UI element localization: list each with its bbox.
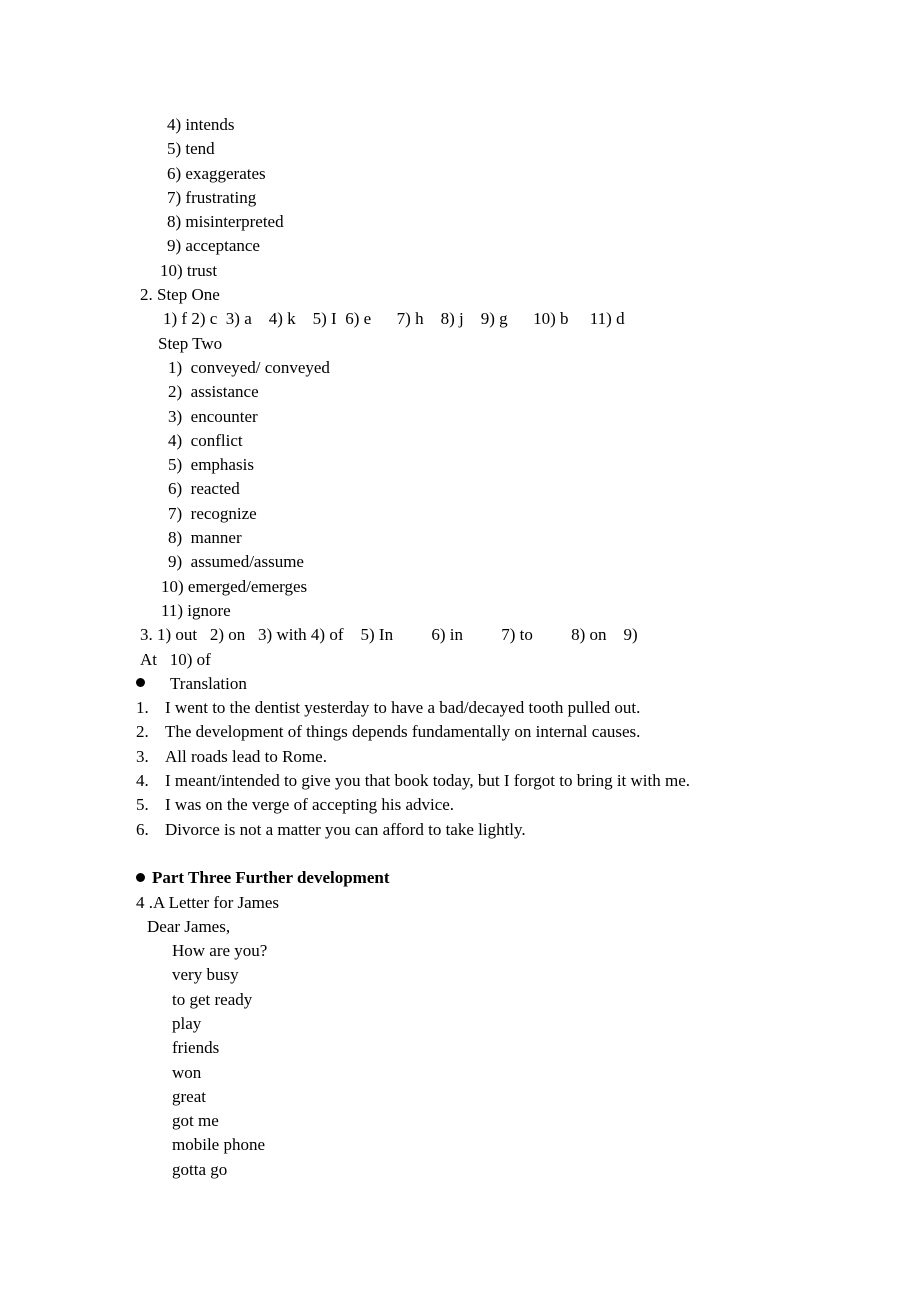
translation-item: 6. Divorce is not a matter you can afford… [0,818,920,842]
step-two-item: 8) manner [168,528,242,548]
letter-body-line: friends [172,1038,220,1058]
vocab-list-item: 9) acceptance [167,236,260,256]
step-two-item: 10) emerged/emerges [161,576,308,596]
translation-item-number: 5. [136,795,149,815]
vocab-list-item: 7) frustrating [167,187,257,207]
letter-title: 4 .A Letter for James [136,892,280,912]
translation-item-text: I was on the verge of accepting his advi… [165,795,455,815]
section-3-line-2: At 10) of [140,649,211,669]
translation-item-text: I meant/intended to give you that book t… [165,771,691,791]
step-two-item: 9) assumed/assume [168,552,304,572]
step-two-item: 4) conflict [168,430,243,450]
section-3-line-1: 3. 1) out 2) on 3) with 4) of 5) In 6) i… [140,625,638,645]
translation-item: 2. The development of things depends fund… [0,720,920,744]
step-two-item: 6) reacted [168,479,240,499]
translation-item-number: 4. [136,771,149,791]
step-two-item: 1) conveyed/ conveyed [168,357,330,377]
section-2-heading: 2. Step One [140,285,220,305]
translation-item-text: I went to the dentist yesterday to have … [165,698,641,718]
letter-body-line: gotta go [172,1159,228,1179]
translation-item-text: The development of things depends fundam… [165,722,641,742]
step-two-item: 5) emphasis [168,455,254,475]
translation-item: 4. I meant/intended to give you that book… [0,769,920,793]
translation-heading-label: Translation [170,673,247,693]
letter-body-line: very busy [172,965,239,985]
vocab-list-item: 6) exaggerates [167,163,266,183]
letter-body-line: How are you? [172,941,268,961]
letter-salutation: Dear James, [147,916,231,936]
part-three-heading-label: Part Three Further development [152,868,390,888]
document-page: 4) intends 5) tend 6) exaggerates 7) fru… [0,0,920,1302]
translation-item-number: 1. [136,698,149,718]
bullet-disc-icon [136,872,145,882]
vocab-list-item: 10) trust [160,260,218,280]
translation-item-text: Divorce is not a matter you can afford t… [165,819,526,839]
translation-item-number: 2. [136,722,149,742]
letter-body-line: great [172,1086,206,1106]
step-two-item: 11) ignore [161,600,231,620]
letter-body-line: mobile phone [172,1135,266,1155]
translation-item-number: 6. [136,819,149,839]
translation-heading-row: Translation [0,672,920,696]
letter-body-line: to get ready [172,989,253,1009]
bullet-disc-icon [136,678,145,688]
translation-item: 3. All roads lead to Rome. [0,745,920,769]
step-two-item: 3) encounter [168,406,258,426]
vocab-list-item: 4) intends [167,115,235,134]
step-one-answers: 1) f 2) c 3) a 4) k 5) I 6) e 7) h 8) j … [163,309,625,329]
translation-item-text: All roads lead to Rome. [165,746,327,766]
step-two-heading: Step Two [158,333,223,353]
part-three-heading-row: Part Three Further development [0,866,920,890]
translation-item: 1. I went to the dentist yesterday to hav… [0,696,920,720]
translation-item-number: 3. [136,746,149,766]
letter-body-line: got me [172,1111,219,1131]
step-two-item: 2) assistance [168,382,259,402]
vocab-list-item: 8) misinterpreted [167,212,284,232]
letter-body-line: play [172,1013,202,1033]
vocab-list-item: 5) tend [167,139,215,159]
step-two-item: 7) recognize [168,503,257,523]
letter-body-line: won [172,1062,202,1082]
translation-item: 5. I was on the verge of accepting his ad… [0,793,920,817]
